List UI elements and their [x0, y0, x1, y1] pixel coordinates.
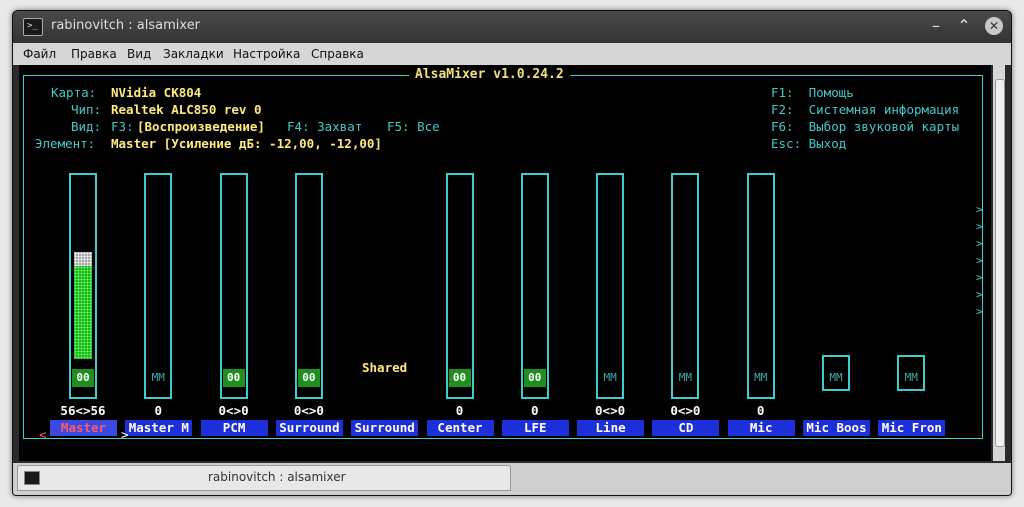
volume-slider[interactable]	[294, 173, 323, 399]
chip-label: Чип:	[71, 102, 102, 117]
scroll-right-arrow: >	[976, 220, 983, 233]
scrollbar-thumb[interactable]	[995, 79, 1005, 447]
window-title: rabinovitch : alsamixer	[51, 18, 201, 33]
volume-slider[interactable]	[445, 173, 474, 399]
scroll-right-arrow: >	[976, 271, 983, 284]
channel-name[interactable]: Mic Fron	[878, 420, 946, 436]
menu-edit[interactable]: Правка	[71, 47, 117, 61]
mute-toggle[interactable]: MM	[674, 369, 696, 387]
volume-slider[interactable]	[746, 173, 775, 399]
selection-marker-left: <	[39, 427, 47, 442]
mute-toggle[interactable]: MM	[825, 369, 847, 387]
mute-toggle[interactable]: 00	[297, 369, 320, 387]
title-bar[interactable]: >_ rabinovitch : alsamixer – ⌃ ✕	[13, 11, 1011, 43]
mute-toggle[interactable]: 00	[448, 369, 471, 387]
channel-name[interactable]: PCM	[200, 420, 268, 436]
help-f1: F1: Помощь	[771, 85, 854, 100]
terminal-icon	[24, 471, 40, 485]
channel-value: 0<>0	[218, 403, 249, 418]
scroll-right-arrow: >	[976, 237, 983, 250]
channel-value: 56<>56	[60, 403, 106, 418]
view-f3-key: F3:	[111, 119, 134, 134]
shared-label: Shared	[362, 360, 408, 375]
volume-slider[interactable]	[219, 173, 248, 399]
view-capture[interactable]: F4: Захват	[287, 119, 362, 134]
minimize-button[interactable]: –	[925, 15, 947, 37]
card-label: Карта:	[51, 85, 97, 100]
volume-slider[interactable]	[671, 173, 700, 399]
mute-toggle[interactable]: 00	[222, 369, 245, 387]
terminal-area[interactable]: AlsaMixer v1.0.24.2 Карта: NVidia CK804 …	[19, 65, 991, 461]
help-f6: F6: Выбор звуковой карты	[771, 119, 960, 134]
element-label: Элемент:	[35, 136, 96, 151]
help-f2: F2: Системная информация	[771, 102, 960, 117]
mute-toggle[interactable]: MM	[750, 369, 772, 387]
volume-level-peak	[74, 252, 92, 266]
menu-view[interactable]: Вид	[127, 47, 151, 61]
channel-value: 0	[455, 403, 464, 418]
scroll-right-arrow: >	[976, 288, 983, 301]
scroll-right-arrow: >	[976, 305, 983, 318]
view-label: Вид:	[71, 119, 102, 134]
element-value: Master [Усиление дБ: -12,00, -12,00]	[111, 136, 382, 151]
channel-value: 0	[756, 403, 765, 418]
channel-value: 0	[154, 403, 163, 418]
channel-value: 0<>0	[293, 403, 324, 418]
terminal-tab[interactable]: rabinovitch : alsamixer	[17, 465, 511, 491]
channel-name[interactable]: Master	[50, 420, 117, 436]
channel-name[interactable]: Mic	[727, 420, 795, 436]
selection-marker-right: >	[121, 427, 129, 442]
menu-settings[interactable]: Настройка	[233, 47, 300, 61]
mute-toggle[interactable]: 00	[523, 369, 546, 387]
tab-bar: rabinovitch : alsamixer	[13, 463, 1011, 495]
close-button[interactable]: ✕	[985, 17, 1003, 35]
volume-level-fill	[74, 266, 92, 359]
mute-toggle[interactable]: MM	[147, 369, 169, 387]
help-esc: Esc: Выход	[771, 136, 847, 151]
card-value: NVidia CK804	[111, 85, 202, 100]
vertical-scrollbar[interactable]	[993, 65, 1005, 461]
view-all[interactable]: F5: Все	[387, 119, 440, 134]
tab-label: rabinovitch : alsamixer	[208, 470, 346, 484]
maximize-button[interactable]: ⌃	[953, 15, 975, 37]
scroll-right-arrow: >	[976, 254, 983, 267]
view-playback[interactable]: [Воспроизведение]	[137, 119, 265, 134]
channel-name[interactable]: Mic Boos	[803, 420, 870, 436]
channel-name[interactable]: CD	[652, 420, 720, 436]
chip-value: Realtek ALC850 rev 0	[111, 102, 262, 117]
menu-help[interactable]: Справка	[311, 47, 364, 61]
channel-name[interactable]: Line	[577, 420, 645, 436]
terminal-icon: >_	[23, 18, 43, 36]
mute-toggle[interactable]: 00	[72, 369, 94, 387]
channel-name[interactable]: Center	[426, 420, 494, 436]
scroll-right-arrow: >	[976, 203, 983, 216]
channel-value: 0<>0	[670, 403, 701, 418]
channel-name[interactable]: Surround	[275, 420, 343, 436]
channel-name[interactable]: LFE	[501, 420, 569, 436]
mute-toggle[interactable]: MM	[900, 369, 922, 387]
terminal-window: >_ rabinovitch : alsamixer – ⌃ ✕ Файл Пр…	[12, 10, 1012, 496]
mixer-header: AlsaMixer v1.0.24.2	[409, 67, 570, 82]
volume-slider[interactable]	[144, 173, 173, 399]
volume-slider[interactable]	[596, 173, 625, 399]
volume-slider[interactable]	[520, 173, 549, 399]
channel-name[interactable]: Master M	[125, 420, 193, 436]
mute-toggle[interactable]: MM	[599, 369, 621, 387]
channel-value: 0	[531, 403, 539, 418]
menu-bar: Файл Правка Вид Закладки Настройка Справ…	[13, 43, 1011, 65]
menu-bookmarks[interactable]: Закладки	[163, 47, 224, 61]
channel-name[interactable]: Surround	[351, 420, 419, 436]
channel-value: 0<>0	[595, 403, 626, 418]
menu-file[interactable]: Файл	[23, 47, 56, 61]
